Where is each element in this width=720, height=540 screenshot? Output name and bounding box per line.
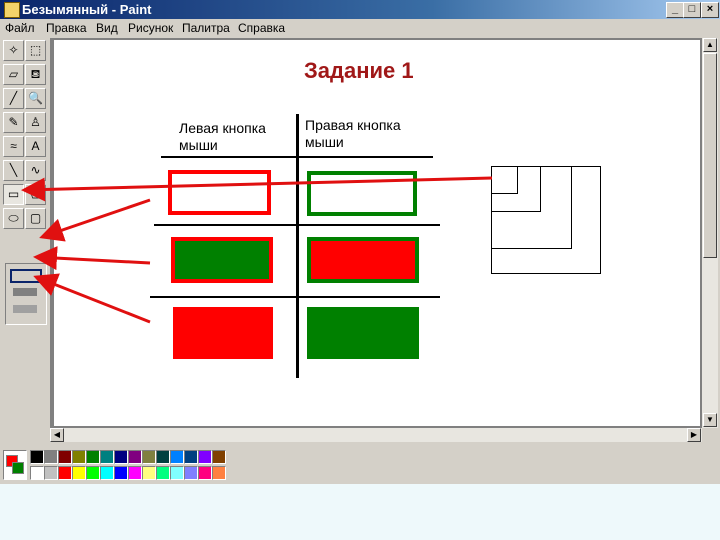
option-outline-only[interactable] (10, 269, 42, 283)
menu-edit[interactable]: Правка (46, 21, 87, 35)
table-divider-row-3 (150, 296, 440, 298)
palette-swatch[interactable] (114, 466, 128, 480)
menu-help[interactable]: Справка (238, 21, 285, 35)
palette-swatch[interactable] (58, 466, 72, 480)
red-outline-green-fill-rectangle (171, 237, 273, 283)
line-icon[interactable]: ╲ (3, 160, 24, 181)
fill-icon[interactable]: ⛾ (25, 64, 46, 85)
palette-swatch[interactable] (44, 466, 58, 480)
option-outline-fill[interactable] (13, 288, 37, 296)
vertical-scrollbar[interactable]: ▲ ▼ (702, 38, 718, 428)
ellipse-icon[interactable]: ⬭ (3, 208, 24, 229)
scroll-up-icon[interactable]: ▲ (703, 38, 717, 52)
palette-swatch[interactable] (100, 450, 114, 464)
rounded-rect-icon[interactable]: ▢ (25, 208, 46, 229)
close-button[interactable]: × (701, 2, 719, 18)
window-title: Безымянный - Paint (22, 2, 152, 17)
magnifier-icon[interactable]: 🔍 (25, 88, 46, 109)
palette-swatch[interactable] (212, 450, 226, 464)
pick-color-icon[interactable]: ╱ (3, 88, 24, 109)
palette-swatch[interactable] (170, 450, 184, 464)
palette-swatch[interactable] (72, 450, 86, 464)
palette-swatch[interactable] (156, 450, 170, 464)
palette-swatch[interactable] (198, 450, 212, 464)
table-divider-row-1 (161, 156, 433, 158)
tool-options-box (5, 263, 47, 325)
table-divider-row-2 (154, 224, 440, 226)
nested-rectangle-1 (491, 166, 518, 194)
maximize-button[interactable]: □ (683, 2, 701, 18)
palette-swatch[interactable] (86, 466, 100, 480)
horizontal-scrollbar[interactable]: ◀ ▶ (50, 428, 702, 442)
palette-swatch[interactable] (170, 466, 184, 480)
left-column-header: Левая кнопка мыши (179, 120, 266, 153)
paint-window: Безымянный - Paint _ □ × Файл Правка Вид… (0, 0, 720, 484)
free-select-icon[interactable]: ✧ (3, 40, 24, 61)
palette-swatch[interactable] (100, 466, 114, 480)
palette-swatch[interactable] (142, 450, 156, 464)
palette-swatch[interactable] (128, 466, 142, 480)
green-outline-red-fill-rectangle (307, 237, 419, 283)
color-palette (0, 444, 720, 484)
menu-bar: Файл Правка Вид Рисунок Палитра Справка (0, 19, 720, 37)
palette-swatch[interactable] (184, 450, 198, 464)
palette-swatch[interactable] (58, 450, 72, 464)
task-title: Задание 1 (304, 58, 414, 83)
right-column-header: Правая кнопка мыши (305, 117, 401, 150)
polygon-icon[interactable]: ⬠ (25, 184, 46, 205)
palette-swatch[interactable] (184, 466, 198, 480)
title-bar: Безымянный - Paint _ □ × (0, 0, 720, 19)
minimize-button[interactable]: _ (666, 2, 684, 18)
palette-swatch[interactable] (30, 450, 44, 464)
drawing-canvas[interactable]: Задание 1 Левая кнопка мыши Правая кнопка… (54, 40, 700, 426)
rect-select-icon[interactable]: ⬚ (25, 40, 46, 61)
palette-swatch[interactable] (198, 466, 212, 480)
scroll-left-icon[interactable]: ◀ (50, 428, 64, 442)
table-divider-vertical (296, 114, 299, 378)
menu-view[interactable]: Вид (96, 21, 118, 35)
palette-swatch[interactable] (142, 466, 156, 480)
toolbox: ✧ ⬚ ▱ ⛾ ╱ 🔍 ✎ ♙ ≈ A ╲ ∿ ▭ ⬠ ⬭ ▢ (0, 38, 50, 428)
palette-swatch[interactable] (114, 450, 128, 464)
palette-swatch[interactable] (128, 450, 142, 464)
pencil-icon[interactable]: ✎ (3, 112, 24, 133)
menu-colors[interactable]: Палитра (182, 21, 230, 35)
palette-swatch[interactable] (72, 466, 86, 480)
palette-swatch[interactable] (156, 466, 170, 480)
palette-swatch[interactable] (30, 466, 44, 480)
background-color (12, 462, 24, 474)
scroll-down-icon[interactable]: ▼ (703, 413, 717, 427)
eraser-icon[interactable]: ▱ (3, 64, 24, 85)
green-fill-rectangle (307, 307, 419, 359)
paint-app-icon (4, 2, 20, 18)
text-icon[interactable]: A (25, 136, 46, 157)
red-fill-rectangle (173, 307, 273, 359)
menu-file[interactable]: Файл (5, 21, 35, 35)
palette-swatch[interactable] (212, 466, 226, 480)
option-fill-only[interactable] (13, 305, 37, 313)
menu-image[interactable]: Рисунок (128, 21, 173, 35)
palette-swatch[interactable] (44, 450, 58, 464)
palette-swatch[interactable] (86, 450, 100, 464)
green-outline-rectangle (307, 171, 417, 216)
vertical-scroll-thumb[interactable] (703, 53, 717, 258)
current-colors (3, 450, 27, 480)
scroll-right-icon[interactable]: ▶ (687, 428, 701, 442)
red-outline-rectangle (168, 170, 271, 215)
brush-icon[interactable]: ♙ (25, 112, 46, 133)
rectangle-icon[interactable]: ▭ (3, 184, 24, 205)
curve-icon[interactable]: ∿ (25, 160, 46, 181)
airbrush-icon[interactable]: ≈ (3, 136, 24, 157)
